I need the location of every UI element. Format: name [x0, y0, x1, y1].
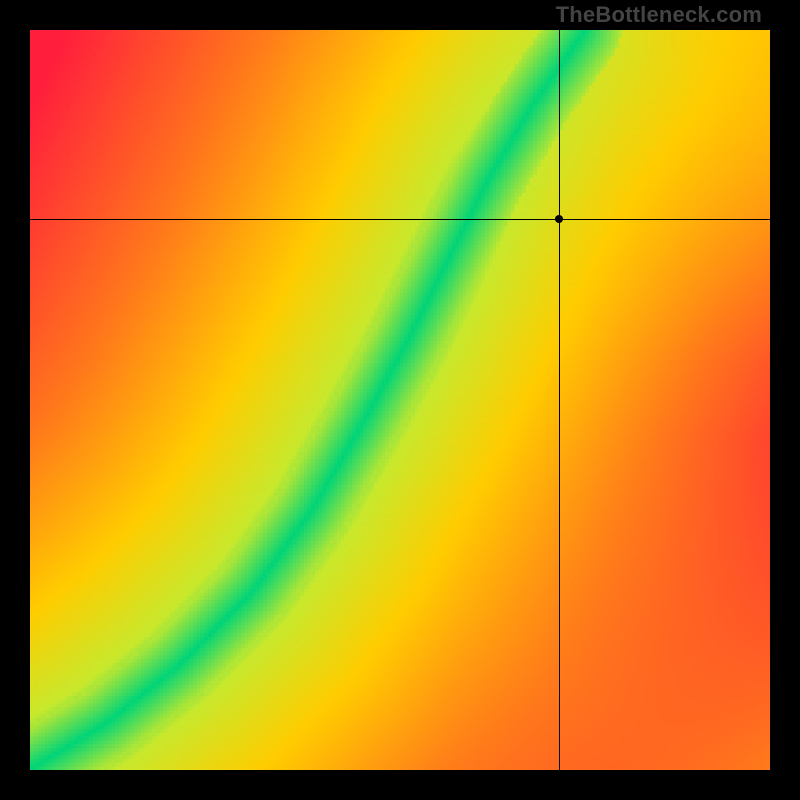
heatmap-canvas [30, 30, 770, 770]
crosshair-horizontal [30, 219, 770, 220]
plot-area [30, 30, 770, 770]
watermark-text: TheBottleneck.com [556, 2, 762, 28]
marker-dot [555, 215, 563, 223]
chart-frame: TheBottleneck.com [0, 0, 800, 800]
crosshair-vertical [559, 30, 560, 770]
